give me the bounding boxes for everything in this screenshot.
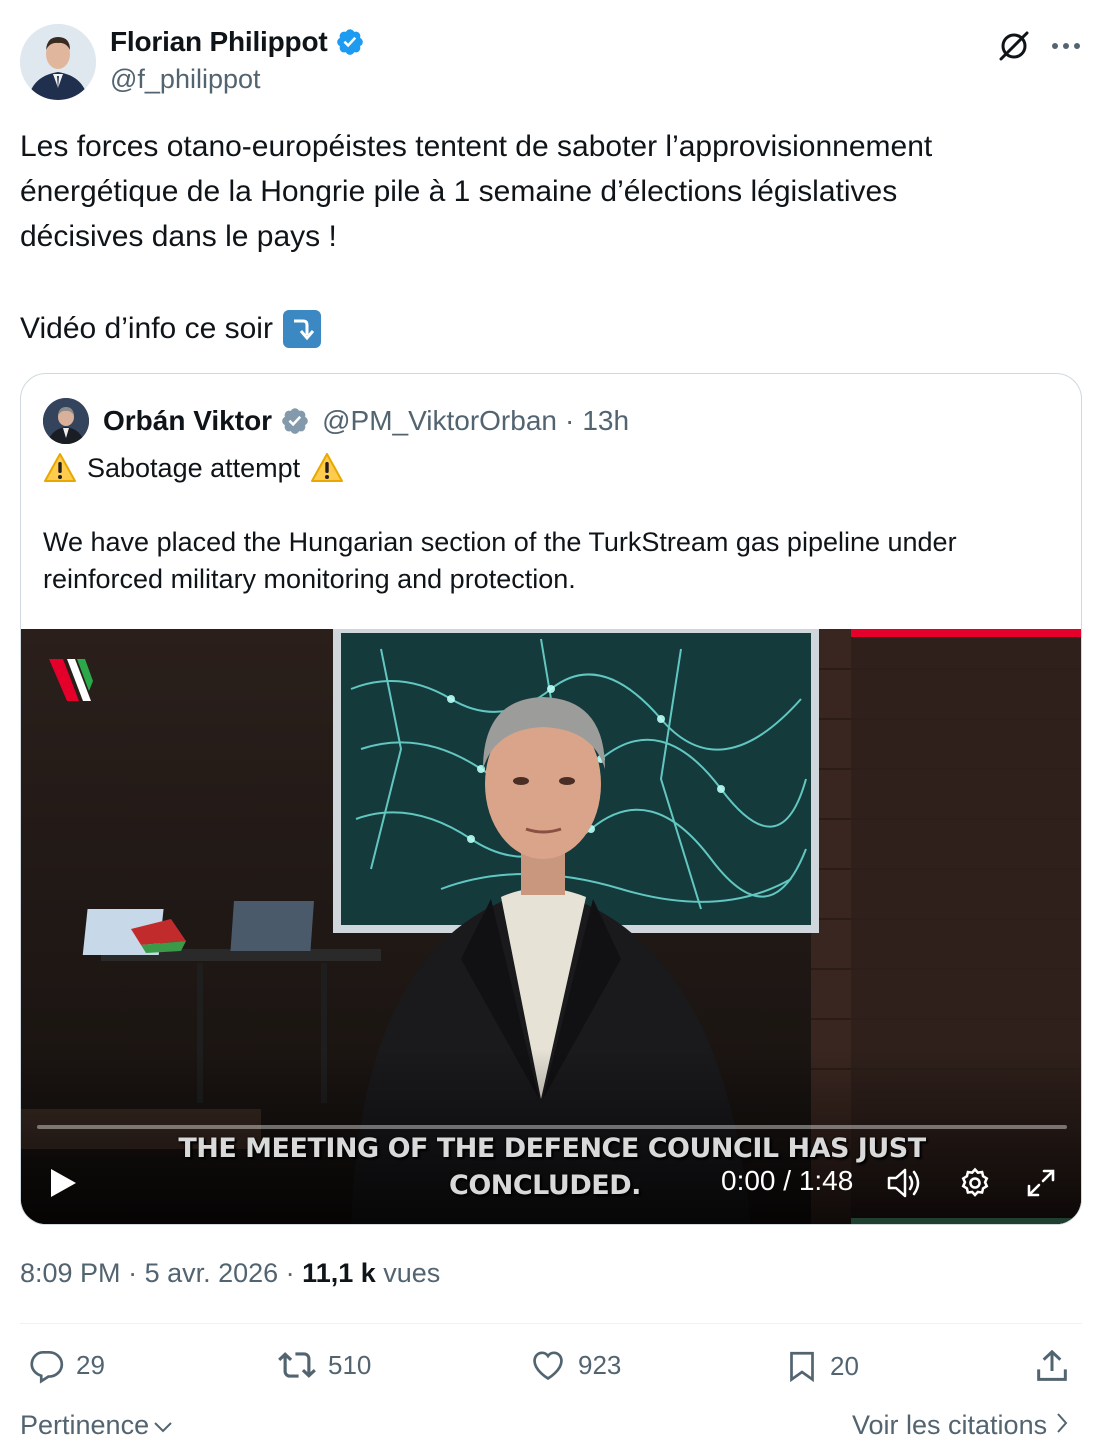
video-player[interactable]: THE MEETING OF THE DEFENCE COUNCIL HAS J…	[21, 629, 1081, 1224]
author-name[interactable]: Florian Philippot	[110, 26, 328, 58]
tweet-text: Les forces otano-européistes tentent de …	[20, 130, 933, 253]
sort-label: Pertinence	[20, 1410, 150, 1440]
author-avatar[interactable]	[20, 24, 96, 100]
divider	[20, 1323, 1082, 1324]
views-count: 11,1 k	[302, 1258, 376, 1288]
like-count: 923	[578, 1349, 622, 1380]
quote-avatar[interactable]	[43, 398, 89, 444]
warning-icon	[43, 452, 77, 484]
view-quotes-link[interactable]: Voir les citations	[852, 1410, 1069, 1441]
author-info: Florian Philippot @f_philippot	[110, 26, 365, 95]
video-time: 0:00 / 1:48	[721, 1165, 854, 1196]
retweet-button[interactable]: 510	[276, 1346, 371, 1384]
settings-icon[interactable]	[955, 1163, 995, 1203]
gray-verified-badge-icon	[280, 406, 310, 436]
share-button[interactable]	[1032, 1346, 1072, 1386]
quote-text-1: Sabotage attempt	[87, 453, 301, 483]
quote-separator: ·	[564, 405, 575, 436]
tweet-time[interactable]: 8:09 PM	[20, 1258, 121, 1288]
reply-button[interactable]: 29	[26, 1346, 105, 1384]
share-icon	[1032, 1346, 1072, 1386]
view-quotes-label: Voir les citations	[852, 1410, 1048, 1440]
like-button[interactable]: 923	[528, 1346, 621, 1384]
warning-icon	[310, 452, 344, 484]
play-icon[interactable]	[43, 1163, 83, 1203]
grok-icon[interactable]	[994, 26, 1034, 66]
like-icon	[528, 1346, 568, 1384]
quoted-tweet[interactable]: Orbán Viktor @PM_ViktorOrban · 13h Sabot…	[20, 373, 1082, 1225]
reply-count: 29	[76, 1349, 105, 1380]
bookmark-icon	[784, 1346, 820, 1386]
video-subtitle-line-2: CONCLUDED.	[449, 1170, 641, 1201]
video-progress-bar[interactable]	[37, 1125, 1067, 1129]
video-subtitle-line-1: THE MEETING OF THE DEFENCE COUNCIL HAS J…	[178, 1133, 926, 1164]
quote-header: Orbán Viktor @PM_ViktorOrban · 13h	[43, 398, 629, 444]
author-handle[interactable]: @f_philippot	[110, 64, 365, 95]
quote-text-2: We have placed the Hungarian section of …	[43, 527, 957, 594]
quote-timestamp[interactable]: 13h	[582, 405, 629, 437]
tweet-date[interactable]: 5 avr. 2026	[145, 1258, 279, 1288]
tweet-text-secondary: Vidéo d’info ce soir	[20, 306, 321, 351]
verified-badge-icon[interactable]	[335, 27, 365, 57]
quote-author-handle[interactable]: @PM_ViktorOrban	[322, 405, 557, 437]
fullscreen-icon[interactable]	[1021, 1163, 1061, 1203]
more-icon[interactable]	[1046, 26, 1086, 66]
reply-icon	[26, 1346, 66, 1384]
tweet-text-2: Vidéo d’info ce soir	[20, 312, 273, 345]
tweet-meta: 8:09 PM · 5 avr. 2026 · 11,1 k vues	[20, 1258, 440, 1289]
quote-author-name[interactable]: Orbán Viktor	[103, 405, 272, 437]
retweet-icon	[276, 1346, 318, 1384]
retweet-count: 510	[328, 1349, 372, 1380]
chevron-right-icon	[1055, 1410, 1069, 1441]
chevron-down-icon	[153, 1410, 173, 1441]
meta-separator: ·	[278, 1258, 303, 1288]
views-label: vues	[375, 1258, 441, 1288]
volume-icon[interactable]	[885, 1163, 925, 1203]
bookmark-count: 20	[830, 1350, 859, 1381]
bookmark-button[interactable]: 20	[784, 1346, 859, 1386]
arrow-down-right-icon	[282, 309, 321, 348]
sort-dropdown[interactable]: Pertinence	[20, 1410, 173, 1441]
meta-separator: ·	[120, 1258, 145, 1288]
quote-text-line-1: Sabotage attempt	[43, 448, 344, 488]
